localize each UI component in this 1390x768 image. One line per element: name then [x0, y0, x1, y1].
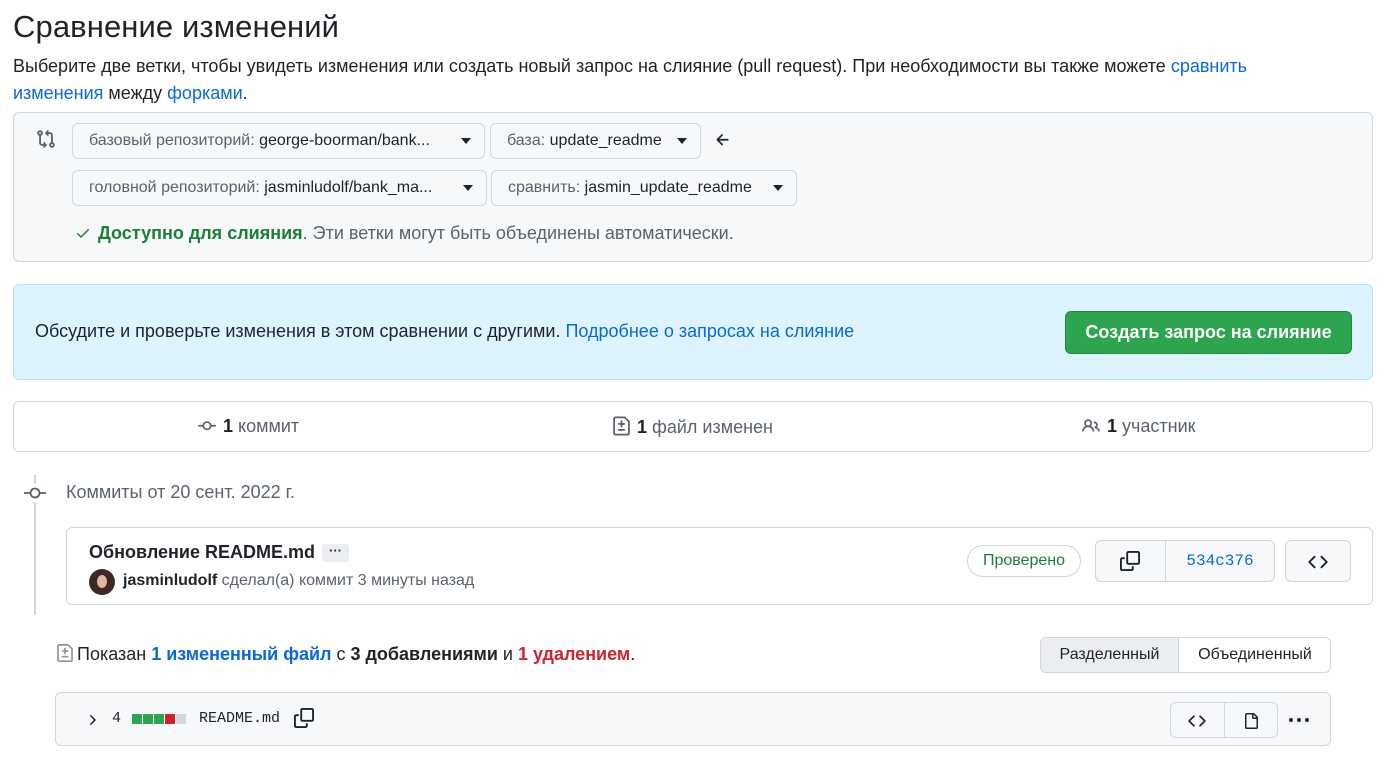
- description-end: .: [242, 83, 248, 103]
- files-summary: Показан 1 измененный файл с 3 добавления…: [56, 643, 635, 665]
- base-branch-select[interactable]: база: update_readme: [490, 123, 701, 159]
- merge-status: Доступно для слияния. Эти ветки могут бы…: [74, 223, 734, 244]
- files-end: .: [630, 644, 636, 664]
- diffstat-block-gray: [176, 714, 186, 724]
- page-title: Сравнение изменений: [13, 9, 340, 44]
- commit-meta-text: сделал(а) коммит 3 минуты назад: [217, 572, 475, 589]
- people-icon: [1082, 419, 1100, 432]
- commits-label: коммит: [233, 416, 300, 436]
- commits-tab[interactable]: 1 коммит: [197, 416, 299, 437]
- file-diff-icon: [57, 644, 73, 662]
- caret-down-icon: [463, 185, 473, 191]
- head-repository-value: jasminludolf/bank_ma...: [264, 179, 433, 196]
- head-repository-select[interactable]: головной репозиторий: jasminludolf/bank_…: [72, 170, 487, 206]
- view-rendered-button[interactable]: [1225, 703, 1277, 737]
- compare-branch-select[interactable]: сравнить: jasmin_update_readme: [491, 170, 797, 206]
- files-shown-prefix: Показан: [77, 644, 152, 664]
- page-description: Выберите две ветки, чтобы увидеть измене…: [13, 53, 1323, 107]
- diff-view-toggle: Разделенный Объединенный: [1040, 637, 1331, 673]
- files-label: файл изменен: [647, 417, 773, 437]
- base-repository-label: базовый репозиторий:: [89, 132, 255, 149]
- copy-icon[interactable]: [294, 708, 314, 728]
- git-compare-icon: [37, 129, 55, 149]
- merge-status-text: . Эти ветки могут быть объединены автома…: [302, 223, 734, 243]
- file-view-actions: [1170, 702, 1278, 738]
- files-and: и: [497, 644, 518, 664]
- banner-message: Обсудите и проверьте изменения в этом ср…: [35, 321, 566, 341]
- commit-sha-link[interactable]: 534c376: [1166, 541, 1274, 581]
- forks-link[interactable]: форками: [167, 83, 243, 103]
- verified-badge[interactable]: Проверено: [967, 545, 1081, 577]
- files-count: 1: [637, 417, 648, 437]
- file-name-link[interactable]: README.md: [199, 710, 280, 727]
- description-between: между: [103, 83, 168, 103]
- git-commit-icon: [24, 484, 46, 502]
- compare-branch-value: jasmin_update_readme: [584, 179, 752, 196]
- caret-down-icon: [773, 185, 783, 191]
- create-pr-banner: Обсудите и проверьте изменения в этом ср…: [13, 284, 1373, 380]
- base-branch-value: update_readme: [549, 132, 662, 149]
- merge-status-ok: Доступно для слияния: [98, 223, 303, 243]
- file-diff-icon: [613, 416, 630, 436]
- changed-files-link[interactable]: 1 измененный файл: [151, 644, 331, 664]
- contributors-tab[interactable]: 1 участник: [1081, 416, 1196, 437]
- diffstat-block-red: [165, 714, 175, 724]
- code-icon: [1308, 555, 1328, 569]
- contributors-count: 1: [1107, 416, 1118, 436]
- kebab-horizontal-icon[interactable]: [1286, 708, 1312, 732]
- view-source-button[interactable]: [1171, 703, 1225, 737]
- learn-pr-link[interactable]: Подробнее о запросах на слияние: [565, 321, 854, 341]
- git-commit-icon: [198, 421, 216, 431]
- description-text: Выберите две ветки, чтобы увидеть измене…: [13, 56, 1171, 76]
- commit-group-heading: Коммиты от 20 сент. 2022 г.: [66, 482, 295, 502]
- base-branch-label: база:: [507, 132, 546, 149]
- commits-count: 1: [223, 416, 234, 436]
- compare-summary: 1 коммит 1 файл изменен 1 участник: [13, 401, 1373, 452]
- diffstat: [132, 714, 187, 725]
- diffstat-block-green: [132, 714, 142, 724]
- files-with: с: [331, 644, 351, 664]
- base-repository-value: george-boorman/bank...: [259, 132, 430, 149]
- diffstat-block-green: [143, 714, 153, 724]
- file-header: 4 README.md: [55, 692, 1331, 746]
- deletions-count: 1 удалением: [517, 644, 631, 664]
- copy-icon: [1120, 551, 1140, 571]
- files-changed-tab[interactable]: 1 файл изменен: [612, 416, 773, 438]
- commit-item: Обновление README.md ··· jasminludolf сд…: [66, 527, 1373, 605]
- commit-message-link[interactable]: Обновление README.md: [89, 542, 315, 563]
- compare-branch-label: сравнить:: [508, 179, 581, 196]
- code-icon: [1188, 715, 1206, 727]
- diffstat-block-green: [154, 714, 164, 724]
- commit-author-link[interactable]: jasminludolf: [123, 572, 217, 589]
- file-icon: [1245, 713, 1258, 729]
- split-view-button[interactable]: Разделенный: [1041, 638, 1179, 672]
- commit-meta: jasminludolf сделал(а) коммит 3 минуты н…: [123, 572, 474, 590]
- additions-count: 3 добавлениями: [350, 644, 498, 664]
- chevron-right-icon[interactable]: [84, 712, 100, 728]
- check-icon: [77, 229, 89, 238]
- file-changes-count: 4: [112, 710, 122, 727]
- arrow-left-icon: [716, 134, 729, 146]
- avatar-face: [97, 575, 107, 588]
- browse-repository-button[interactable]: [1285, 540, 1351, 582]
- range-editor: базовый репозиторий: george-boorman/bank…: [13, 112, 1373, 262]
- commit-sha-group: 534c376: [1095, 540, 1275, 582]
- caret-down-icon: [461, 138, 471, 144]
- unified-view-button[interactable]: Объединенный: [1179, 638, 1330, 672]
- expand-commit-button[interactable]: ···: [322, 544, 349, 562]
- banner-text: Обсудите и проверьте изменения в этом ср…: [35, 321, 854, 342]
- head-repository-label: головной репозиторий:: [89, 179, 260, 196]
- copy-sha-button[interactable]: [1096, 541, 1166, 581]
- base-repository-select[interactable]: базовый репозиторий: george-boorman/bank…: [72, 123, 485, 159]
- caret-down-icon: [677, 138, 687, 144]
- avatar[interactable]: [89, 569, 115, 595]
- create-pull-request-button[interactable]: Создать запрос на слияние: [1065, 311, 1352, 354]
- contributors-label: участник: [1117, 416, 1196, 436]
